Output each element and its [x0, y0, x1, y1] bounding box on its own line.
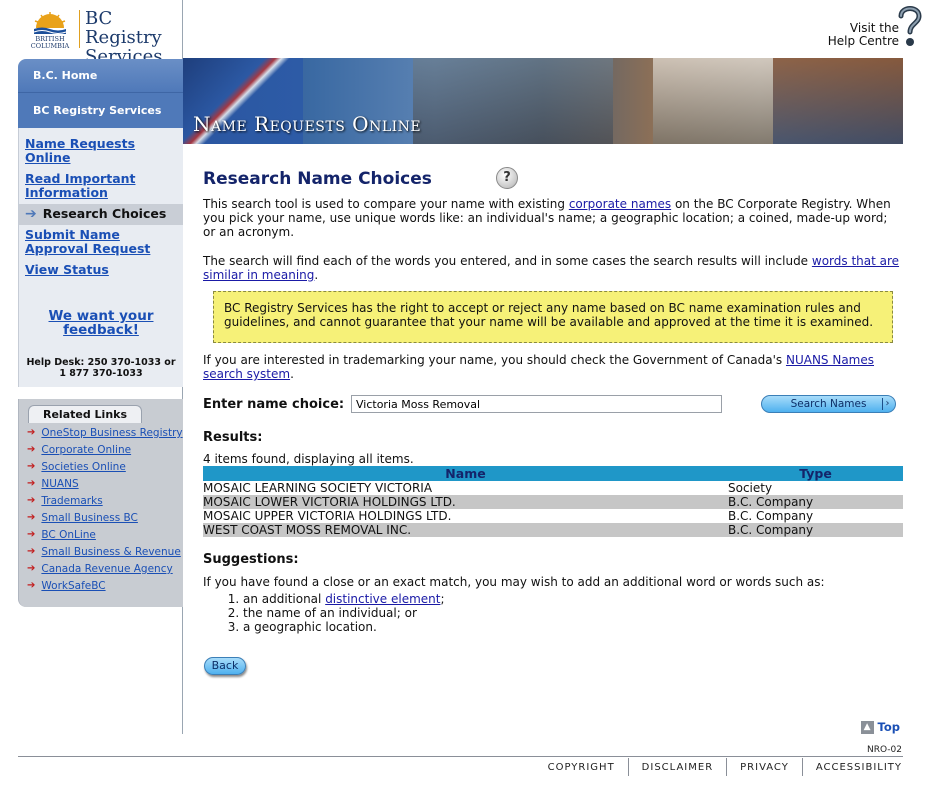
cell-name: WEST COAST MOSS REMOVAL INC. — [203, 523, 728, 537]
bc-sun-emblem-icon — [33, 12, 67, 34]
name-choice-input[interactable] — [351, 395, 722, 413]
suggestions-heading: Suggestions: — [203, 552, 299, 567]
nav-view-status[interactable]: View Status — [19, 260, 183, 281]
footer-nav: COPYRIGHT DISCLAIMER PRIVACY ACCESSIBILI… — [535, 758, 902, 776]
results-table: Name Type MOSAIC LEARNING SOCIETY VICTOR… — [203, 466, 903, 537]
main-content: Research Name Choices ? This search tool… — [203, 167, 903, 675]
brand-name: BC Registry Services — [85, 8, 163, 67]
nav-read-important-information[interactable]: Read Important Information — [19, 169, 183, 204]
related-link[interactable]: ➔ Canada Revenue Agency — [27, 563, 183, 575]
nav-submit-name-approval-request[interactable]: Submit Name Approval Request — [19, 225, 183, 260]
arrow-right-icon: ➔ — [27, 580, 36, 591]
results-heading: Results: — [203, 430, 263, 445]
nav-bc-registry-services[interactable]: BC Registry Services — [18, 92, 183, 128]
trademark-paragraph: If you are interested in trademarking yo… — [203, 353, 874, 381]
cell-type: B.C. Company — [728, 523, 903, 537]
column-header-type: Type — [728, 466, 903, 481]
table-row: MOSAIC LOWER VICTORIA HOLDINGS LTD. B.C.… — [203, 495, 903, 509]
province-wordmark: BRITISH COLUMBIA — [30, 35, 70, 50]
footer-link-accessibility[interactable]: ACCESSIBILITY — [801, 758, 902, 776]
arrow-right-icon: ➔ — [27, 427, 36, 438]
cell-name: MOSAIC UPPER VICTORIA HOLDINGS LTD. — [203, 509, 452, 523]
cell-name: MOSAIC LOWER VICTORIA HOLDINGS LTD. — [203, 495, 728, 509]
related-link[interactable]: ➔ Societies Online — [27, 461, 183, 473]
page-title: Research Name Choices — [203, 169, 432, 189]
related-links-panel: Related Links ➔ OneStop Business Registry… — [18, 399, 183, 607]
search-info-paragraph: The search will find each of the words y… — [203, 254, 900, 282]
banner-image: Name Requests Online — [183, 58, 903, 144]
arrow-right-icon: ➔ — [25, 206, 37, 222]
related-link[interactable]: ➔ Small Business BC — [27, 512, 183, 524]
list-item: an additional distinctive element; — [243, 592, 445, 606]
help-question-icon[interactable]: ? — [496, 167, 518, 189]
cell-name: MOSAIC LEARNING SOCIETY VICTORIA — [203, 481, 433, 495]
chevron-right-icon: › — [882, 398, 892, 410]
column-header-name: Name — [203, 466, 728, 481]
related-links-title: Related Links — [28, 405, 143, 423]
related-link[interactable]: ➔ Small Business & Revenue — [27, 546, 183, 558]
results-count: 4 items found, displaying all items. — [203, 452, 414, 466]
arrow-right-icon: ➔ — [27, 529, 36, 540]
footer-link-copyright[interactable]: COPYRIGHT — [535, 758, 628, 776]
bc-registry-logo[interactable]: BRITISH COLUMBIA BC Registry Services — [0, 0, 183, 66]
table-row: MOSAIC LEARNING SOCIETY VICTORIA Society — [203, 481, 903, 495]
top-link[interactable]: ▲ Top — [860, 720, 900, 734]
arrow-right-icon: ➔ — [27, 512, 36, 523]
cell-type: B.C. Company — [728, 509, 814, 523]
table-row: MOSAIC UPPER VICTORIA HOLDINGS LTD. B.C.… — [203, 509, 903, 523]
related-links-list: ➔ OneStop Business Registry ➔ Corporate On… — [19, 423, 183, 592]
footer-link-disclaimer[interactable]: DISCLAIMER — [627, 758, 726, 776]
arrow-right-icon: ➔ — [27, 444, 36, 455]
nav-name-requests-online[interactable]: Name Requests Online — [19, 134, 183, 169]
search-names-button[interactable]: Search Names › — [761, 395, 896, 413]
arrow-right-icon: ➔ — [27, 546, 36, 557]
cell-type: Society — [728, 481, 773, 495]
related-link[interactable]: ➔ WorkSafeBC — [27, 580, 183, 592]
arrow-right-icon: ➔ — [27, 563, 36, 574]
table-row: WEST COAST MOSS REMOVAL INC. B.C. Compan… — [203, 523, 903, 537]
suggestions-list: an additional distinctive element; the n… — [203, 592, 445, 634]
question-mark-icon[interactable] — [895, 4, 923, 48]
list-item: the name of an individual; or — [243, 606, 445, 620]
section-nav: Name Requests Online Read Important Info… — [18, 128, 183, 387]
intro-paragraph: This search tool is used to compare your… — [203, 197, 891, 239]
name-choice-row: Enter name choice: Search Names › — [203, 395, 903, 415]
related-link[interactable]: ➔ Trademarks — [27, 495, 183, 507]
list-item: a geographic location. — [243, 620, 445, 634]
arrow-right-icon: ➔ — [27, 495, 36, 506]
left-sidebar: B.C. Home BC Registry Services Name Requ… — [18, 59, 183, 607]
help-centre-link[interactable]: Visit the Help Centre — [828, 22, 899, 48]
related-link[interactable]: ➔ BC OnLine — [27, 529, 183, 541]
corporate-names-link[interactable]: corporate names — [569, 197, 671, 211]
back-button[interactable]: Back — [204, 657, 246, 675]
distinctive-element-link[interactable]: distinctive element — [325, 592, 440, 606]
notice-box: BC Registry Services has the right to ac… — [213, 291, 893, 343]
page-code: NRO-02 — [866, 745, 902, 755]
related-link[interactable]: ➔ Corporate Online — [27, 444, 183, 456]
feedback-link[interactable]: We want your feedback! — [19, 309, 183, 337]
logo-divider — [79, 10, 80, 48]
arrow-right-icon: ➔ — [27, 478, 36, 489]
cell-type: B.C. Company — [728, 495, 903, 509]
arrow-right-icon: ➔ — [27, 461, 36, 472]
related-link[interactable]: ➔ OneStop Business Registry — [27, 427, 183, 439]
nav-research-choices[interactable]: ➔ Research Choices — [19, 204, 183, 225]
suggestions-text: If you have found a close or an exact ma… — [203, 575, 825, 589]
related-link[interactable]: ➔ NUANS — [27, 478, 183, 490]
helpdesk-info: Help Desk: 250 370-1033 or 1 877 370-103… — [26, 357, 176, 379]
footer-link-privacy[interactable]: PRIVACY — [726, 758, 802, 776]
arrow-up-icon: ▲ — [860, 720, 874, 734]
footer-divider — [18, 756, 903, 757]
name-choice-label: Enter name choice: — [203, 397, 345, 412]
nav-bc-home[interactable]: B.C. Home — [18, 59, 183, 92]
banner-title: Name Requests Online — [193, 112, 422, 136]
